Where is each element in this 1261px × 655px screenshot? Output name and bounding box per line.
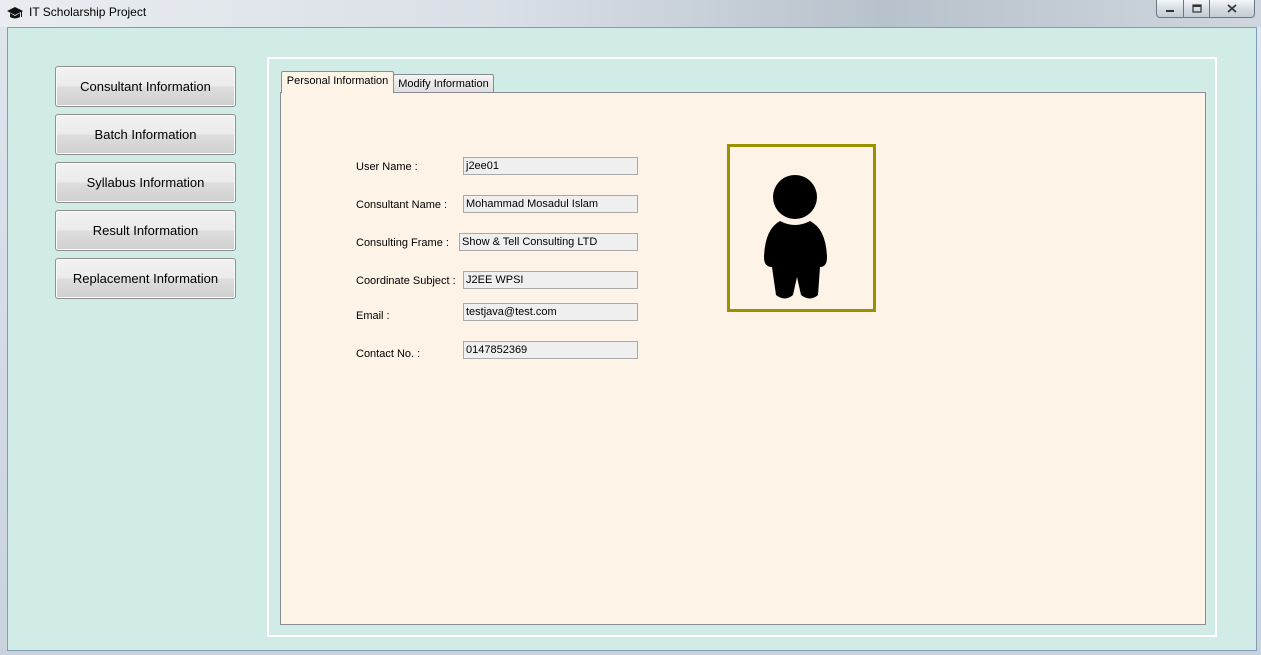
main-window-client: Consultant Information Batch Information… xyxy=(7,27,1257,651)
consultant-photo xyxy=(727,144,876,312)
close-button[interactable] xyxy=(1210,0,1255,18)
close-icon xyxy=(1227,4,1237,13)
contact-no-field[interactable]: 0147852369 xyxy=(463,341,638,359)
window-title: IT Scholarship Project xyxy=(29,5,147,19)
minimize-icon xyxy=(1166,9,1174,12)
batch-information-button[interactable]: Batch Information xyxy=(55,114,236,155)
email-label: Email : xyxy=(356,310,390,322)
graduation-cap-icon xyxy=(7,7,23,19)
title-bar[interactable]: IT Scholarship Project xyxy=(0,0,1261,27)
user-name-label: User Name : xyxy=(356,161,418,173)
coordinate-subject-label: Coordinate Subject : xyxy=(356,275,456,287)
minimize-button[interactable] xyxy=(1156,0,1184,18)
result-information-button[interactable]: Result Information xyxy=(55,210,236,251)
coordinate-subject-field[interactable]: J2EE WPSI xyxy=(463,271,638,289)
consulting-frame-field[interactable]: Show & Tell Consulting LTD xyxy=(459,233,638,251)
consulting-frame-label: Consulting Frame : xyxy=(356,237,449,249)
content-panel: Personal Information Modify Information … xyxy=(267,57,1217,637)
person-silhouette-icon xyxy=(764,175,827,299)
window-controls xyxy=(1156,0,1255,18)
maximize-button[interactable] xyxy=(1184,0,1210,18)
replacement-information-button[interactable]: Replacement Information xyxy=(55,258,236,299)
contact-no-label: Contact No. : xyxy=(356,348,421,360)
user-name-field[interactable]: j2ee01 xyxy=(463,157,638,175)
consultant-name-field[interactable]: Mohammad Mosadul Islam xyxy=(463,195,638,213)
maximize-icon xyxy=(1191,4,1202,13)
tab-modify-information[interactable]: Modify Information xyxy=(393,74,494,94)
consultant-information-button[interactable]: Consultant Information xyxy=(55,66,236,107)
consultant-name-label: Consultant Name : xyxy=(356,199,448,211)
syllabus-information-button[interactable]: Syllabus Information xyxy=(55,162,236,203)
email-field[interactable]: testjava@test.com xyxy=(463,303,638,321)
tab-personal-information[interactable]: Personal Information xyxy=(281,71,394,93)
personal-information-tab-content: User Name : j2ee01 Consultant Name : Moh… xyxy=(280,92,1206,625)
